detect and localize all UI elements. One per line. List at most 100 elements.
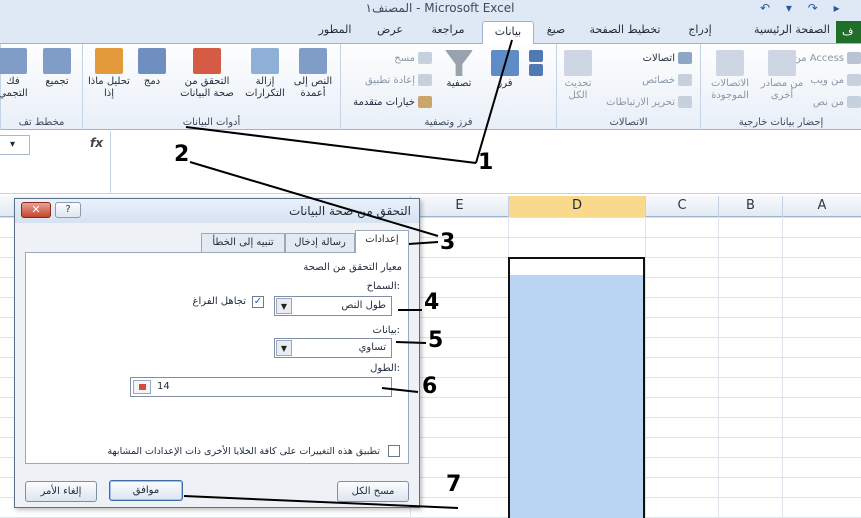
advanced-filter-icon [418, 96, 432, 108]
callout-number-4: 4 [424, 290, 440, 315]
from-text-button[interactable]: من نص [813, 96, 861, 108]
tab-page-layout[interactable]: تخطيط الصفحة [580, 23, 670, 43]
insert-function-icon[interactable]: fx [90, 136, 103, 150]
cancel-button[interactable]: إلغاء الأمر [25, 481, 97, 502]
length-label: الطول: [370, 363, 400, 374]
window-title: المصنف١ - Microsoft Excel [365, 1, 515, 15]
clear-all-button[interactable]: مسح الكل [337, 481, 409, 502]
data-validation-button[interactable]: التحقق من صحة البيانات [175, 48, 239, 100]
filter-button[interactable]: تصفية [439, 50, 479, 90]
access-icon [847, 52, 861, 64]
help-button[interactable]: ? [55, 202, 81, 218]
chevron-down-icon[interactable]: ▼ [276, 340, 292, 356]
ignore-blank-checkbox[interactable]: ✓ [252, 296, 264, 308]
funnel-icon [445, 50, 473, 76]
link-icon [678, 52, 692, 64]
data-validation-dialog: التحقق من صحة البيانات ✕ ? إعدادات رسالة… [14, 198, 420, 508]
tab-formulas[interactable]: صيغ [538, 23, 574, 43]
connections-button[interactable]: اتصالات [643, 52, 692, 64]
callout-number-2: 2 [174, 142, 190, 167]
name-box-dropdown[interactable]: ▾ [0, 135, 30, 155]
properties-button[interactable]: خصائص [642, 74, 692, 86]
reapply-icon [418, 74, 432, 86]
settings-panel: معيار التحقق من الصحة السماح: طول النص ▼… [25, 252, 409, 464]
data-label: بيانات: [372, 325, 400, 336]
ribbon-tabs: الصفحة الرئيسية إدراج تخطيط الصفحة صيغ ب… [0, 18, 861, 45]
tab-view[interactable]: عرض [370, 23, 410, 43]
group-label-sort-filter: فرز وتصفية [424, 117, 473, 128]
group-external-data: من Access من ويب من نص من مصادر أخرى الا… [700, 44, 861, 130]
refresh-icon [564, 50, 592, 76]
tab-home[interactable]: الصفحة الرئيسية [752, 23, 832, 43]
consolidate-button[interactable]: دمج [133, 48, 171, 88]
ignore-blank-label: تجاهل الفراغ [192, 296, 246, 307]
column-header-c[interactable]: C [645, 196, 718, 217]
chevron-down-icon[interactable]: ▼ [276, 298, 292, 314]
group-label-data-tools: أدوات البيانات [182, 117, 241, 128]
refresh-all-button[interactable]: تحديث الكل [561, 50, 595, 102]
allow-value: طول النص [341, 300, 386, 311]
length-input[interactable]: 14 [130, 377, 392, 397]
data-value: تساوي [358, 342, 386, 353]
sort-az-button[interactable] [521, 50, 551, 78]
formula-bar: ▾ fx [0, 131, 861, 194]
text-columns-icon [299, 48, 327, 74]
clear-filter-icon [418, 52, 432, 64]
apply-all-checkbox[interactable] [388, 445, 400, 457]
tab-error-alert[interactable]: تنبيه إلى الخطأ [201, 233, 285, 252]
remove-duplicates-icon [251, 48, 279, 74]
existing-connections-button[interactable]: الاتصالات الموجودة [705, 50, 755, 102]
callout-number-5: 5 [428, 328, 444, 353]
tab-input-message[interactable]: رسالة إدخال [285, 233, 355, 252]
file-tab[interactable]: ف [836, 21, 861, 43]
selected-range[interactable] [508, 257, 645, 518]
collapse-dialog-icon[interactable] [133, 380, 151, 394]
advanced-filter-button[interactable]: خيارات متقدمة [353, 96, 432, 108]
group-connections: اتصالات خصائص تحرير الارتباطات تحديث الك… [556, 44, 700, 130]
from-web-button[interactable]: من ويب [810, 74, 861, 86]
database-icon [768, 50, 796, 76]
group-label-external-data: إحضار بيانات خارجية [738, 117, 824, 128]
tab-data[interactable]: بيانات [482, 21, 534, 45]
reapply-button[interactable]: إعادة تطبيق [365, 74, 432, 86]
dialog-title: التحقق من صحة البيانات [289, 204, 411, 218]
tab-insert[interactable]: إدراج [680, 23, 720, 43]
length-value: 14 [157, 381, 170, 392]
sort-button[interactable]: فرز [489, 50, 521, 90]
edit-links-button[interactable]: تحرير الارتباطات [606, 96, 692, 108]
web-icon [847, 74, 861, 86]
remove-duplicates-button[interactable]: إزالة التكرارات [241, 48, 289, 100]
group-label-connections: الاتصالات [609, 117, 648, 128]
formula-divider [110, 131, 111, 194]
grid-column-line [782, 217, 783, 518]
ok-button[interactable]: موافق [109, 480, 183, 501]
group-outline: تجميع فك التجمي مخطط تف [0, 44, 82, 130]
properties-icon [678, 74, 692, 86]
data-validation-icon [193, 48, 221, 74]
allow-dropdown[interactable]: طول النص ▼ [274, 296, 392, 316]
column-header-e[interactable]: E [410, 196, 508, 217]
dialog-title-bar[interactable]: التحقق من صحة البيانات ✕ ? [15, 199, 419, 223]
quick-access-toolbar[interactable]: ↶ ▾ ↷ ▸ [760, 1, 846, 15]
tab-settings[interactable]: إعدادات [355, 230, 409, 253]
clear-filter-button[interactable]: مسح [394, 52, 432, 64]
column-header-d[interactable]: D [508, 196, 645, 217]
column-header-a[interactable]: A [782, 196, 861, 217]
text-to-columns-button[interactable]: النص إلى أعمدة [289, 48, 337, 100]
other-sources-button[interactable]: من مصادر أخرى [757, 50, 807, 102]
group-button[interactable]: تجميع [37, 48, 77, 88]
what-if-button[interactable]: تحليل ماذا إذا [87, 48, 131, 100]
ribbon: من Access من ويب من نص من مصادر أخرى الا… [0, 44, 861, 130]
connections-icon [716, 50, 744, 76]
group-label-outline: مخطط تف [18, 117, 65, 128]
ungroup-rows-icon [0, 48, 27, 74]
tab-developer[interactable]: المطور [310, 23, 360, 43]
tab-review[interactable]: مراجعة [420, 23, 476, 43]
apply-all-label: تطبيق هذه التغييرات على كافة الخلايا الأ… [107, 446, 380, 457]
ungroup-button[interactable]: فك التجمي [0, 48, 33, 100]
data-dropdown[interactable]: تساوي ▼ [274, 338, 392, 358]
column-header-b[interactable]: B [718, 196, 782, 217]
close-button[interactable]: ✕ [21, 202, 51, 218]
group-sort-filter: فرز تصفية مسح إعادة تطبيق خيارات متقدمة … [340, 44, 556, 130]
title-bar: المصنف١ - Microsoft Excel ↶ ▾ ↷ ▸ [0, 0, 861, 18]
